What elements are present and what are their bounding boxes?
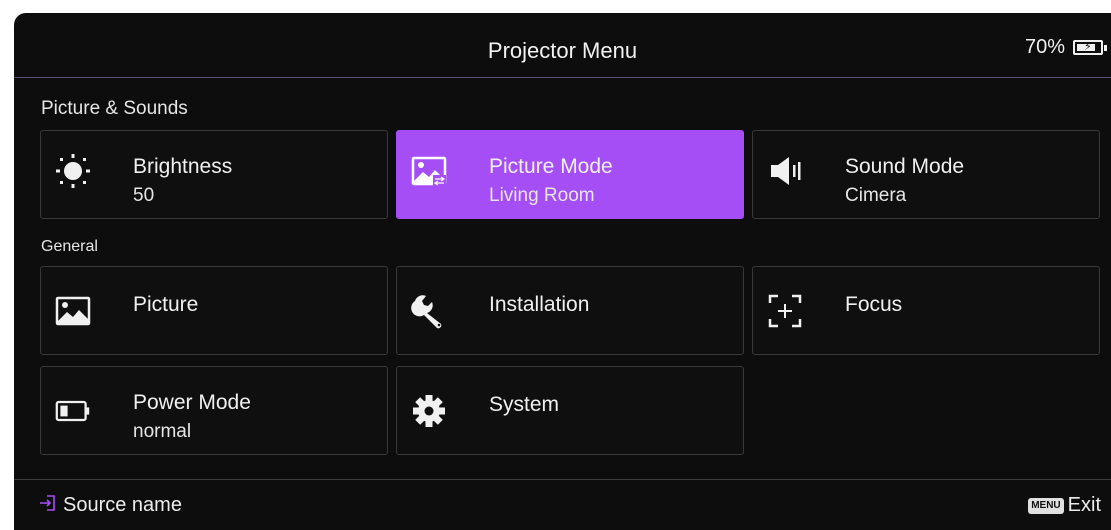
system-tile[interactable]: System [396,366,744,455]
page-title: Projector Menu [487,38,638,63]
battery-status: 70% ⚡ [1024,35,1107,59]
sound-mode-label: Sound Mode [845,155,965,178]
focus-icon [767,293,803,329]
brightness-tile[interactable]: Brightness 50 [40,130,388,219]
picture-label: Picture [133,293,199,316]
installation-label: Installation [489,293,590,316]
exit-label: Exit [1067,494,1101,516]
image-icon [55,293,91,329]
sound-mode-tile[interactable]: Sound Mode Cimera [752,130,1100,219]
power-mode-tile[interactable]: Power Mode normal [40,366,388,455]
power-mode-label: Power Mode [133,391,251,414]
speaker-icon [767,153,803,189]
menu-key-icon: MENU [1028,497,1064,514]
focus-label: Focus [845,293,903,316]
gear-icon [411,393,447,429]
source-name-label: Source name [63,494,182,516]
battery-icon [55,393,91,429]
power-mode-value: normal [133,421,192,442]
exit-button[interactable]: MENU Exit [1028,494,1101,517]
picture-tile[interactable]: Picture [40,266,388,355]
section-label-general: General [41,238,98,255]
battery-percent: 70% [1024,35,1065,58]
footer-bar: Source name MENU Exit [14,479,1111,530]
brightness-label: Brightness [133,155,233,178]
header-bar: Projector Menu 70% ⚡ [14,13,1111,78]
installation-tile[interactable]: Installation [396,266,744,355]
brightness-value: 50 [133,185,155,206]
system-label: System [489,393,560,416]
wrench-icon [411,293,447,329]
picture-mode-label: Picture Mode [489,155,613,178]
battery-charging-icon: ⚡ [1073,39,1107,55]
picture-mode-tile[interactable]: Picture Mode Living Room [396,130,744,219]
picture-mode-value: Living Room [489,185,595,206]
projector-menu-screen: Projector Menu 70% ⚡ Picture & Sounds Br… [14,13,1111,530]
sun-icon [55,153,91,189]
source-selector[interactable]: Source name [39,494,182,517]
input-source-icon [39,494,57,517]
picture-mode-icon [411,153,447,189]
sound-mode-value: Cimera [845,185,907,206]
section-label-picture-sounds: Picture & Sounds [41,98,188,119]
focus-tile[interactable]: Focus [752,266,1100,355]
